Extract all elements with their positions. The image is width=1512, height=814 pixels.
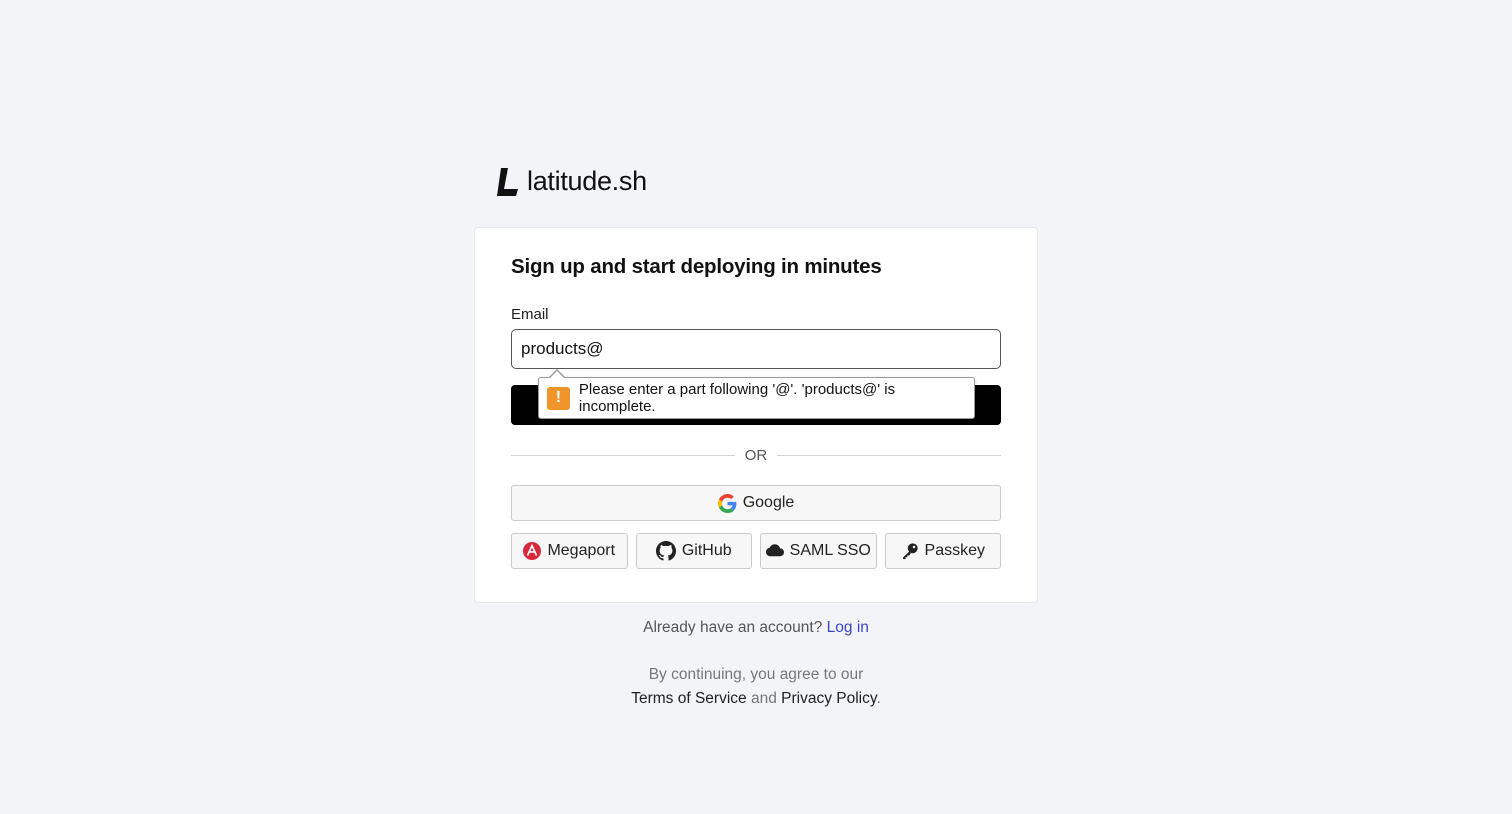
google-button[interactable]: Google <box>511 485 1001 521</box>
github-icon <box>655 541 676 561</box>
validation-message: Please enter a part following '@'. 'prod… <box>578 381 896 415</box>
signup-card: Sign up and start deploying in minutes E… <box>474 227 1038 603</box>
brand-wordmark: latitude.sh <box>527 166 647 196</box>
validation-tooltip: ! Please enter a part following '@'. 'pr… <box>538 369 975 419</box>
privacy-policy-link[interactable]: Privacy Policy <box>781 690 876 707</box>
github-button[interactable]: GitHub <box>635 533 752 569</box>
megaport-button[interactable]: Megaport <box>511 533 628 569</box>
megaport-label: Megaport <box>547 542 616 559</box>
key-icon <box>902 543 918 560</box>
terms-of-service-link[interactable]: Terms of Service <box>631 690 746 707</box>
already-have-account: Already have an account? Log in <box>0 619 1512 637</box>
github-label: GitHub <box>681 542 732 559</box>
terms-intro: By continuing, you agree to our <box>648 666 864 683</box>
google-icon <box>717 493 737 513</box>
cloud-icon <box>765 544 784 557</box>
divider-line-left <box>511 454 735 456</box>
passkey-label: Passkey <box>924 542 985 559</box>
saml-sso-button[interactable]: SAML SSO <box>760 533 877 569</box>
already-text: Already have an account? <box>643 619 823 636</box>
sso-provider-row: Megaport GitHub SAML SSO Passkey <box>511 533 1001 569</box>
divider-label: OR <box>744 446 768 464</box>
login-link[interactable]: Log in <box>827 619 869 636</box>
and-text: and <box>750 690 777 707</box>
terms-period: . <box>876 690 881 707</box>
signup-title: Sign up and start deploying in minutes <box>511 255 882 278</box>
email-input[interactable] <box>511 329 1001 369</box>
google-label: Google <box>742 494 795 511</box>
or-divider: OR <box>511 444 1001 466</box>
latitude-logo-mark-icon <box>497 167 518 196</box>
warning-icon: ! <box>547 386 570 410</box>
saml-sso-label: SAML SSO <box>789 542 871 559</box>
passkey-button[interactable]: Passkey <box>884 533 1001 569</box>
divider-line-right <box>777 454 1001 456</box>
latitude-logo[interactable]: latitude.sh <box>497 166 647 197</box>
megaport-icon <box>523 542 542 560</box>
terms-line: Terms of Service and Privacy Policy. <box>0 690 1512 708</box>
email-label: Email <box>511 306 549 323</box>
